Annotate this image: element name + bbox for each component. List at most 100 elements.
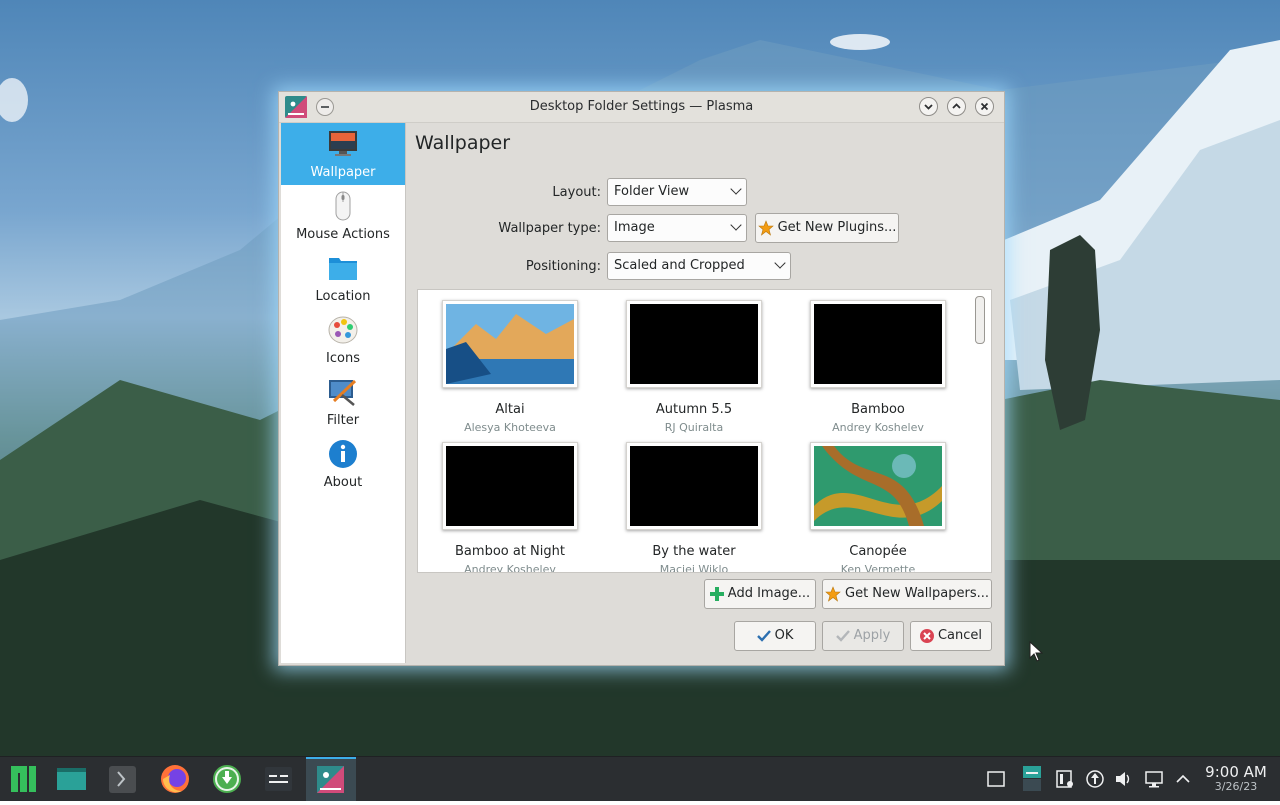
- positioning-value: Scaled and Cropped: [614, 258, 745, 273]
- wallpaper-preview-autumn: [630, 304, 758, 384]
- wallpaper-preview-altai: [446, 304, 574, 384]
- wallpaper-tile-canopee[interactable]: Canopée Ken Vermette: [808, 440, 948, 573]
- volume-icon[interactable]: [1114, 769, 1134, 789]
- digital-clock[interactable]: 9:00 AM 3/26/23: [1196, 763, 1276, 793]
- sidebar-item-label: Location: [315, 289, 371, 304]
- add-image-button[interactable]: Add Image...: [704, 579, 816, 609]
- title-bar[interactable]: Desktop Folder Settings — Plasma: [279, 92, 1004, 123]
- sidebar-item-filter[interactable]: Filter: [281, 371, 405, 433]
- taskbar-updates[interactable]: [202, 757, 252, 801]
- storage-icon[interactable]: [1022, 765, 1042, 793]
- taskbar-desktop-settings[interactable]: [306, 757, 356, 801]
- wallpaper-thumbnail: [626, 442, 762, 530]
- apply-button[interactable]: Apply: [822, 621, 904, 651]
- taskbar-terminal[interactable]: [98, 757, 148, 801]
- sidebar-item-label: Filter: [326, 413, 360, 428]
- expand-tray-icon[interactable]: [1173, 769, 1193, 789]
- wallpaper-tile-bamboo-at-night[interactable]: Bamboo at Night Andrey Koshelev: [440, 440, 580, 573]
- terminal-icon: [109, 766, 136, 793]
- sidebar-item-wallpaper[interactable]: Wallpaper: [281, 123, 405, 185]
- show-desktop-icon[interactable]: [986, 769, 1006, 789]
- wallpaper-thumbnail: [442, 300, 578, 388]
- wallpaper-name: Bamboo at Night: [455, 544, 565, 559]
- chevron-down-icon: [730, 219, 742, 231]
- star-icon: [825, 585, 841, 602]
- settings-dialog: Desktop Folder Settings — Plasma Wallpap…: [278, 91, 1005, 666]
- taskbar-system-monitor[interactable]: [254, 757, 304, 801]
- close-button[interactable]: [975, 97, 994, 116]
- checkmark-icon: [835, 629, 850, 642]
- sidebar-item-location[interactable]: Location: [281, 247, 405, 309]
- maximize-button[interactable]: [947, 97, 966, 116]
- wallpaper-author: Maciej Wiklo: [659, 563, 729, 573]
- sidebar-item-about[interactable]: About: [281, 433, 405, 495]
- filter-icon: [329, 379, 357, 406]
- wallpaper-type-combo[interactable]: Image: [607, 214, 747, 242]
- wallpaper-preview-bamboo: [814, 304, 942, 384]
- wallpaper-author: Ken Vermette: [840, 563, 916, 573]
- taskbar-firefox[interactable]: [150, 757, 200, 801]
- wallpaper-name: Canopée: [849, 544, 907, 559]
- wallpaper-author: Andrey Koshelev: [464, 563, 556, 573]
- window-title: Desktop Folder Settings — Plasma: [529, 99, 754, 114]
- manjaro-menu-icon: [11, 766, 36, 792]
- wallpaper-tile-autumn[interactable]: Autumn 5.5 RJ Quiralta: [624, 298, 764, 438]
- wallpaper-tile-by-the-water[interactable]: By the water Maciej Wiklo: [624, 440, 764, 573]
- folder-icon: [329, 258, 357, 280]
- positioning-label: Positioning:: [525, 259, 601, 274]
- wallpaper-preview-bamboo-at-night: [446, 446, 574, 526]
- layout-label: Layout:: [552, 185, 601, 200]
- chevron-down-icon: [730, 183, 742, 195]
- wallpaper-type-label: Wallpaper type:: [498, 221, 601, 236]
- taskbar-file-manager[interactable]: [46, 757, 96, 801]
- application-launcher[interactable]: [0, 757, 50, 801]
- clipboard-icon[interactable]: [1055, 769, 1075, 789]
- chevron-up-icon: [952, 103, 961, 109]
- get-new-plugins-label: Get New Plugins...: [777, 220, 897, 235]
- wallpaper-thumbnail: [810, 442, 946, 530]
- minimize-button[interactable]: [919, 97, 938, 116]
- wallpaper-preview-canopee: [814, 446, 942, 526]
- mouse-icon: [335, 191, 351, 221]
- wallpaper-preview-by-the-water: [630, 446, 758, 526]
- get-new-wallpapers-button[interactable]: Get New Wallpapers...: [822, 579, 992, 609]
- add-image-label: Add Image...: [727, 586, 811, 601]
- wallpaper-name: Altai: [495, 402, 525, 417]
- updates-icon[interactable]: [1085, 769, 1105, 789]
- sidebar-item-label: About: [323, 475, 363, 490]
- wallpaper-tile-altai[interactable]: Altai Alesya Khoteeva: [440, 298, 580, 438]
- positioning-combo[interactable]: Scaled and Cropped: [607, 252, 791, 280]
- wallpaper-name: Autumn 5.5: [655, 402, 733, 417]
- clock-date: 3/26/23: [1214, 780, 1258, 793]
- apply-label: Apply: [853, 628, 891, 643]
- ok-label: OK: [774, 628, 794, 643]
- sidebar-item-mouse-actions[interactable]: Mouse Actions: [281, 185, 405, 247]
- layout-combo[interactable]: Folder View: [607, 178, 747, 206]
- wallpaper-tile-bamboo[interactable]: Bamboo Andrey Koshelev: [808, 298, 948, 438]
- network-icon[interactable]: [1144, 769, 1164, 789]
- chevron-down-icon: [924, 104, 933, 110]
- icons-palette-icon: [328, 316, 358, 344]
- wallpaper-author: Alesya Khoteeva: [464, 421, 556, 434]
- get-new-plugins-button[interactable]: Get New Plugins...: [755, 213, 899, 243]
- system-monitor-icon: [265, 767, 292, 791]
- update-download-icon: [213, 765, 241, 793]
- cancel-button[interactable]: Cancel: [910, 621, 992, 651]
- sidebar-item-label: Icons: [326, 351, 360, 366]
- sidebar-item-label: Mouse Actions: [296, 227, 390, 242]
- cancel-icon: [919, 628, 934, 643]
- wallpaper-name: Bamboo: [851, 402, 905, 417]
- ok-button[interactable]: OK: [734, 621, 816, 651]
- chevron-down-icon: [774, 257, 786, 269]
- plus-icon: [709, 586, 724, 601]
- sidebar-item-icons[interactable]: Icons: [281, 309, 405, 371]
- wallpaper-gallery[interactable]: Altai Alesya Khoteeva Autumn 5.5 RJ Quir…: [417, 289, 992, 573]
- wallpaper-thumbnail: [810, 300, 946, 388]
- mouse-pointer-icon: [1029, 641, 1043, 662]
- wallpaper-thumbnail: [442, 442, 578, 530]
- wallpaper-thumbnail: [626, 300, 762, 388]
- file-manager-icon: [57, 768, 86, 790]
- wallpaper-author: Andrey Koshelev: [832, 421, 924, 434]
- gallery-scrollbar[interactable]: [975, 296, 985, 344]
- firefox-icon: [161, 765, 189, 793]
